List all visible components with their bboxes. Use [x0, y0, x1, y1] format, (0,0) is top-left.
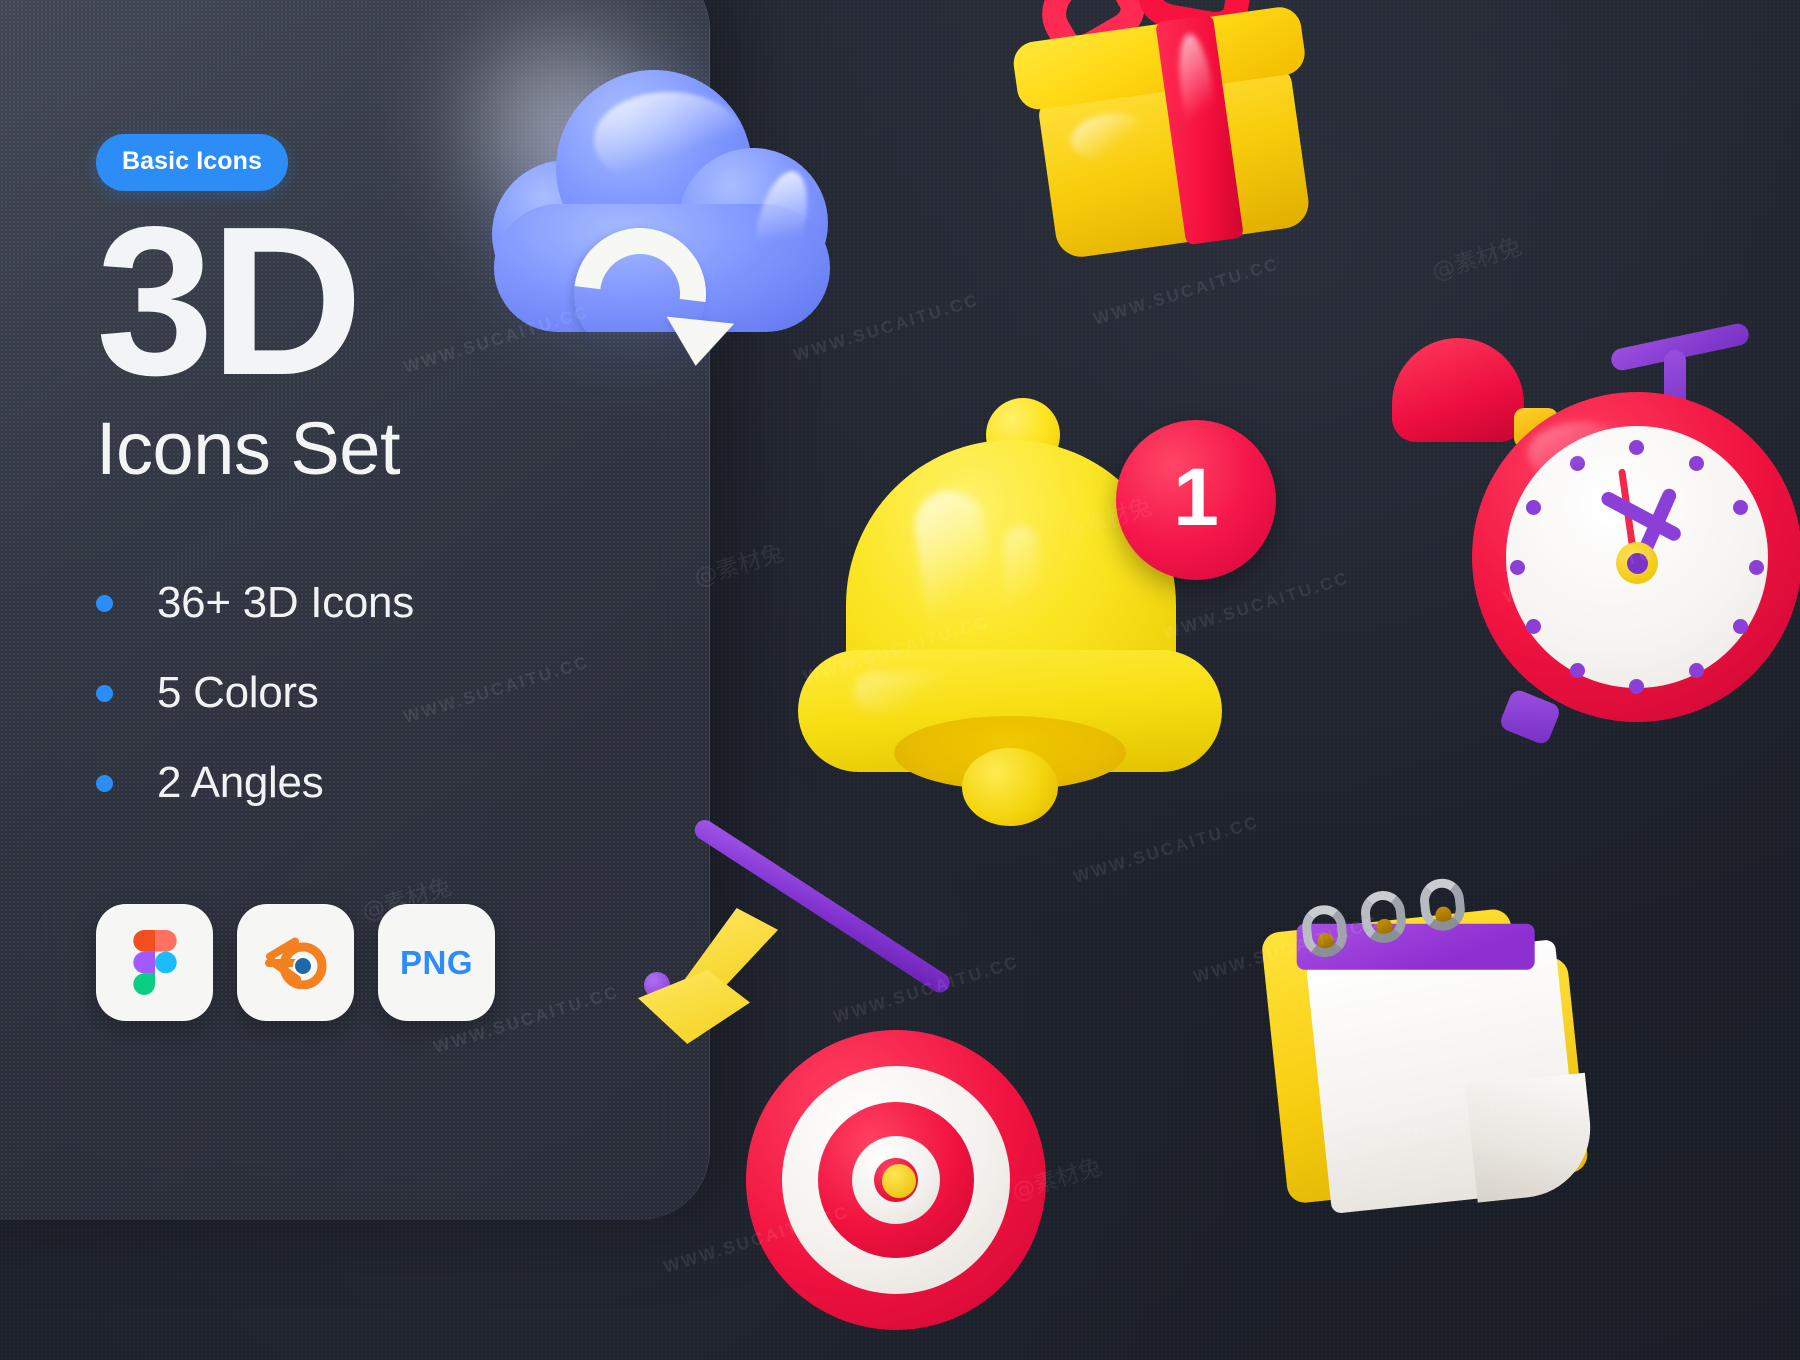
alarm-clock-icon — [1378, 321, 1800, 747]
format-badges: PNG — [96, 904, 616, 1022]
target-arrow-icon — [638, 816, 1140, 1360]
figma-icon — [132, 930, 177, 996]
bullet-icon — [96, 774, 113, 792]
list-item: 5 Colors — [96, 668, 616, 718]
blender-badge[interactable] — [237, 904, 354, 1022]
gift-box-icon — [981, 0, 1350, 286]
figma-badge[interactable] — [96, 904, 213, 1022]
notification-badge: 1 — [1116, 420, 1276, 580]
blender-icon — [264, 937, 326, 989]
watermark-handle: @素材兔 — [1429, 233, 1525, 286]
panel-content: Basic Icons 3D Icons Set 36+ 3D Icons 5 … — [96, 0, 616, 1360]
list-item: 2 Angles — [96, 758, 616, 808]
badge-sheen — [96, 904, 213, 931]
png-label: PNG — [399, 943, 473, 981]
feature-list: 36+ 3D Icons 5 Colors 2 Angles — [96, 578, 616, 808]
notification-count: 1 — [1173, 452, 1219, 543]
bullet-icon — [96, 684, 113, 702]
poster-canvas: 1 Basic Icons 3D Icons Set 36+ 3D Icons … — [0, 0, 1800, 1360]
badge-sheen — [237, 904, 354, 931]
page-subtitle: Icons Set — [96, 407, 401, 491]
bullet-icon — [96, 594, 113, 612]
watermark-url: WWW.SUCAITU.CC — [1071, 812, 1262, 887]
feature-label: 2 Angles — [157, 758, 324, 808]
badge-sheen — [378, 904, 495, 931]
feature-label: 36+ 3D Icons — [157, 578, 414, 628]
png-badge[interactable]: PNG — [378, 904, 495, 1022]
page-title: 3D — [96, 182, 363, 419]
calendar-icon — [1238, 852, 1678, 1292]
feature-label: 5 Colors — [157, 668, 319, 718]
list-item: 36+ 3D Icons — [96, 578, 616, 628]
notification-bell-icon: 1 — [790, 398, 1276, 826]
